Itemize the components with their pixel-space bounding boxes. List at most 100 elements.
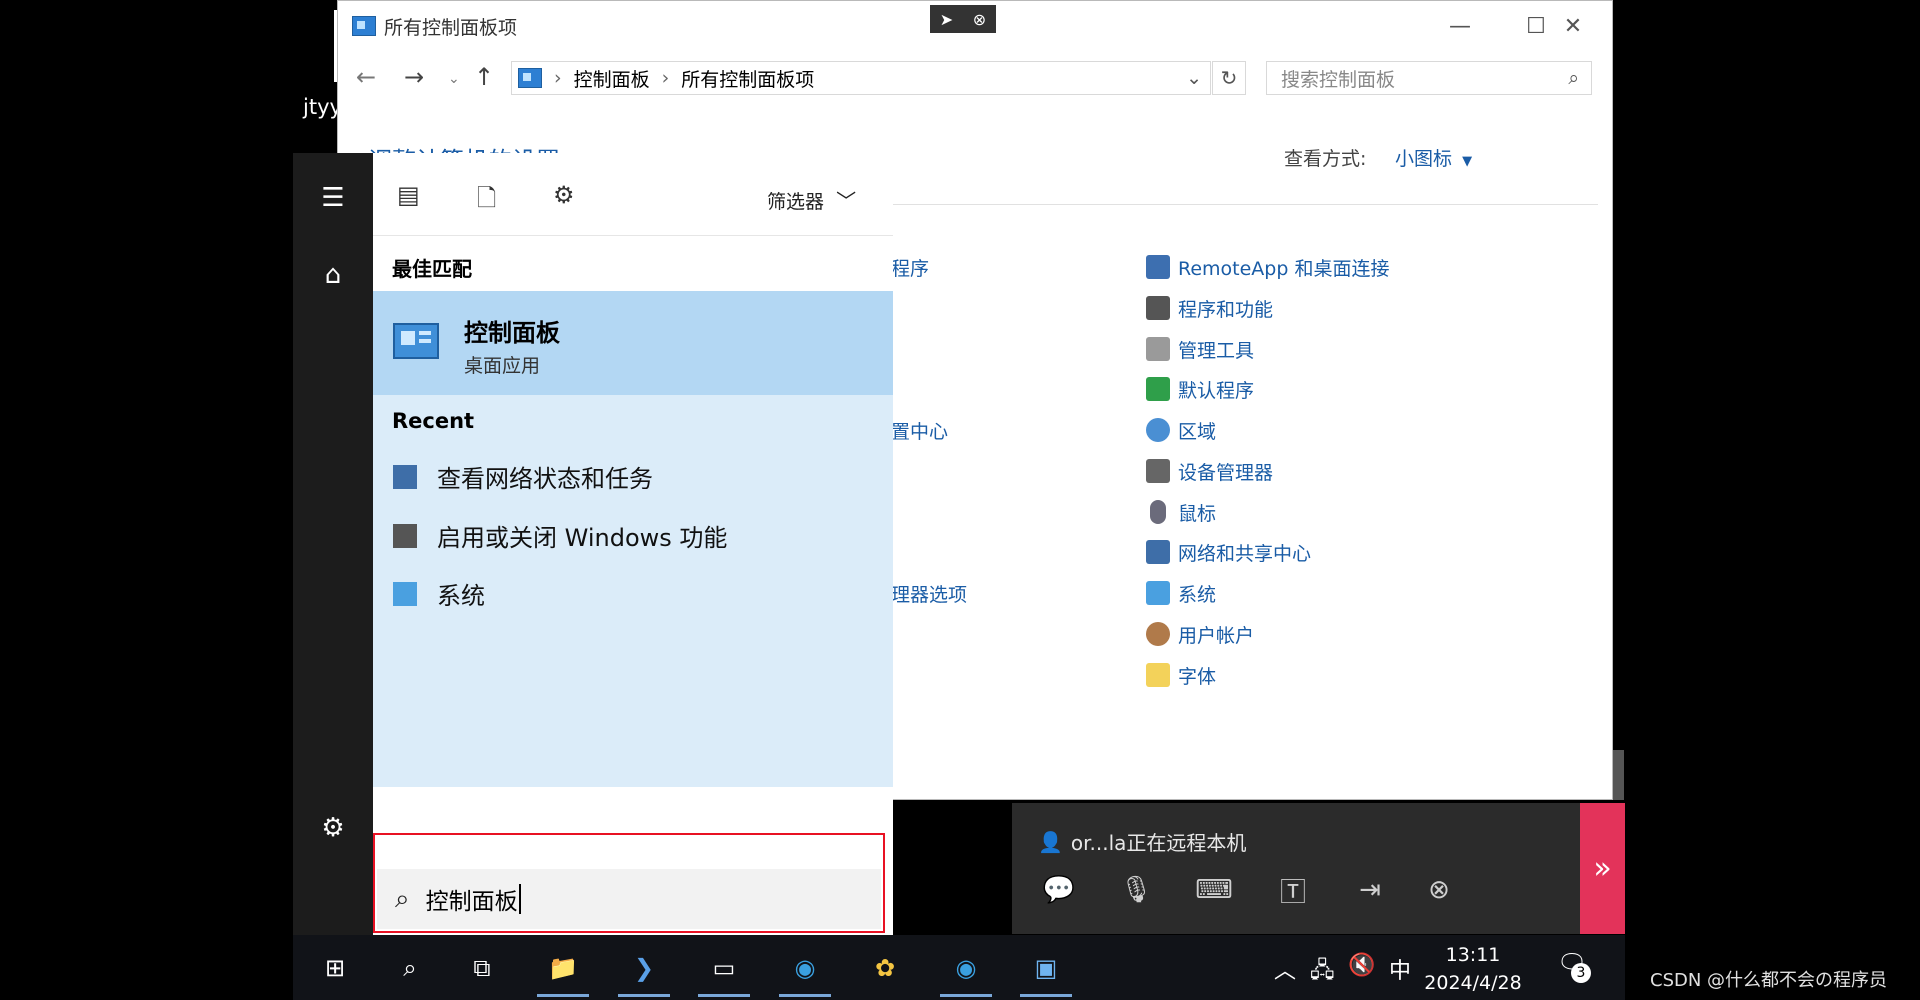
cp-item-label: 鼠标 [1178,502,1217,525]
microphone-icon[interactable]: 🎙 [1115,869,1157,911]
view-by-label: 查看方式: [1284,148,1367,170]
cp-item-label: 系统 [1178,583,1217,606]
up-arrow-icon[interactable]: ↑ [474,63,494,91]
start-menu-rail: ☰ ⌂ ⚙ [293,153,373,935]
cp-item-network[interactable]: 网络和共享中心 [1146,538,1311,566]
user-icon: 👤 [1038,829,1063,854]
best-match-title: 控制面板 [464,319,560,347]
back-arrow-icon[interactable]: ← [356,63,376,91]
cp-item-programs[interactable]: 程序和功能 [1146,294,1273,322]
windows-start-icon[interactable]: ⊞ [303,945,367,991]
recent-item-network[interactable]: 查看网络状态和任务 [393,459,653,494]
filter-label: 筛选器 [767,191,825,213]
window-title: 所有控制面板项 [384,16,518,39]
cp-item-fragment[interactable]: 理器选项 [891,580,967,607]
search-icon: ⌕ [395,883,410,914]
volume-muted-icon[interactable]: 🔇 [1348,953,1375,978]
text-input-icon[interactable]: 🅃 [1272,869,1314,911]
recent-item-system[interactable]: 系统 [393,576,485,611]
recent-item-windows-features[interactable]: 启用或关闭 Windows 功能 [393,518,727,553]
ime-indicator[interactable]: 中 [1389,953,1411,985]
search-icon[interactable]: ⌕ [378,945,442,991]
fonts-icon [1146,663,1170,687]
powershell-icon[interactable]: ❯ [612,945,676,997]
cp-item-remoteapp[interactable]: RemoteApp 和桌面连接 [1146,253,1389,281]
filter-dropdown[interactable]: 筛选器 ﹀ [767,185,856,214]
edge-icon[interactable]: ◉ [773,945,837,997]
refresh-button[interactable]: ↻ [1212,61,1246,95]
documents-filter-icon[interactable]: 🗋 [477,181,496,222]
network-tray-icon[interactable]: 🖧 [1310,953,1335,991]
remote-session-toolbar: 👤 or...la正在远程本机 💬 🎙 ⌨ 🅃 ⇥ ⊗ [1012,803,1624,934]
pin-icon[interactable]: ➤ [940,10,953,29]
cp-item-admin-tools[interactable]: 管理工具 [1146,335,1254,363]
minimize-button[interactable]: — [1422,1,1498,51]
edge-dev-icon[interactable]: ◉ [934,945,998,997]
best-match-heading: 最佳匹配 [392,257,472,281]
breadcrumb-item[interactable]: 控制面板 [574,65,650,92]
clock[interactable]: 13:11 2024/4/28 [1423,941,1523,997]
search-placeholder: 搜索控制面板 [1281,68,1396,91]
cp-item-fragment[interactable]: 置中心 [891,417,948,444]
chevron-down-icon[interactable]: ⌄ [1186,67,1202,89]
scrollbar-thumb[interactable] [1613,750,1624,800]
view-by-dropdown[interactable]: 小图标 ▼ [1395,144,1472,171]
search-control-panel-input[interactable]: 搜索控制面板 ⌕ [1266,61,1592,95]
collapse-toolbar-button[interactable]: » [1580,803,1625,934]
remote-status-text: or...la正在远程本机 [1070,831,1247,855]
cp-item-region[interactable]: 区域 [1146,416,1216,444]
show-hidden-icons-icon[interactable]: ︿ [1274,953,1296,985]
watermark: CSDN @什么都不会の程序员 [1650,970,1888,991]
keyboard-icon[interactable]: ⌨ [1193,869,1235,911]
command-prompt-icon[interactable]: ▭ [692,945,756,997]
default-programs-icon [1146,377,1170,401]
control-panel-large-icon [393,323,439,359]
search-input-value: 控制面板 [425,889,518,915]
task-view-icon[interactable]: ⧉ [450,945,514,991]
chevron-down-icon: ﹀ [836,189,857,213]
settings-gear-icon[interactable]: ⚙ [318,813,348,843]
start-search-box[interactable]: ⌕ 控制面板 [373,833,885,933]
close-circle-icon[interactable]: ⊗ [973,10,986,29]
file-transfer-icon[interactable]: ⇥ [1349,869,1391,911]
file-explorer-icon[interactable]: 📁 [531,945,595,997]
settings-filter-icon[interactable]: ⚙ [553,181,575,209]
mouse-icon [1150,500,1166,524]
breadcrumb-item[interactable]: 所有控制面板项 [681,65,814,92]
hamburger-menu-icon[interactable]: ☰ [318,183,348,213]
cp-item-fonts[interactable]: 字体 [1146,661,1216,689]
recent-item-label: 启用或关闭 Windows 功能 [437,524,728,552]
disconnect-icon[interactable]: ⊗ [1418,869,1460,911]
network-icon [393,464,417,489]
chat-icon[interactable]: 💬 [1038,869,1080,911]
cp-item-mouse[interactable]: 鼠标 [1146,498,1216,526]
best-match-result[interactable]: 控制面板 桌面应用 [373,291,893,395]
connection-mini-bar[interactable]: ➤ ⊗ [930,5,996,33]
start-search-panel: ▤ 🗋 ⚙ 筛选器 ﹀ 最佳匹配 控制面板 桌面应用 Recent 查看网络状态… [373,153,893,935]
divider [373,235,893,236]
system-icon [1146,581,1170,605]
close-button[interactable]: ✕ [1535,1,1611,51]
cp-item-system[interactable]: 系统 [1146,579,1216,607]
region-icon [1146,418,1170,442]
cp-item-label: 设备管理器 [1178,461,1274,484]
search-input[interactable]: ⌕ 控制面板 [377,869,881,929]
cp-item-label: 默认程序 [1178,379,1255,402]
cp-item-default-programs[interactable]: 默认程序 [1146,375,1254,403]
control-panel-taskbar-icon[interactable]: ▣ [1014,945,1078,997]
cp-item-device-manager[interactable]: 设备管理器 [1146,457,1273,485]
forward-arrow-icon[interactable]: → [404,63,424,91]
cp-item-fragment[interactable]: 程序 [891,254,929,281]
cp-item-user-accounts[interactable]: 用户帐户 [1146,620,1254,648]
paw-app-icon[interactable]: ✿ [853,945,917,991]
apps-filter-icon[interactable]: ▤ [397,181,420,209]
search-icon[interactable]: ⌕ [1568,67,1579,89]
cp-item-label: RemoteApp 和桌面连接 [1178,257,1390,280]
home-icon[interactable]: ⌂ [318,260,348,290]
recent-locations-icon[interactable]: ⌄ [448,71,460,87]
action-center-icon[interactable]: 🗨 3 [1557,949,1591,983]
taskbar: ⊞ ⌕ ⧉ 📁 ❯ ▭ ◉ ✿ ◉ ▣ ︿ 🖧 🔇 中 13:11 2024/4… [293,935,1625,1000]
programs-icon [1146,296,1170,320]
address-bar[interactable]: › 控制面板 › 所有控制面板项 ⌄ [511,61,1211,95]
cp-item-label: 区域 [1178,420,1217,443]
